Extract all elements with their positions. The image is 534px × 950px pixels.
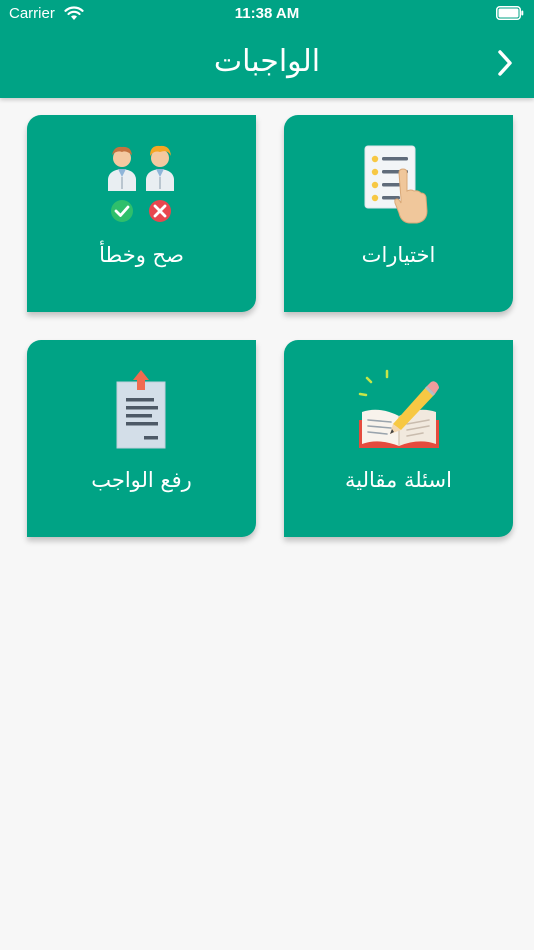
card-label: اسئلة مقالية <box>345 468 452 492</box>
essay-questions-icon <box>284 368 513 452</box>
back-button[interactable] <box>488 46 522 80</box>
page-title: الواجبات <box>213 44 321 79</box>
upload-homework-icon <box>27 368 256 452</box>
true-false-icon <box>27 143 256 227</box>
status-time: 11:38 AM <box>234 5 300 22</box>
app-header: Carrier 11:38 AM الواجبات <box>0 0 534 98</box>
card-label: رفع الواجب <box>91 468 192 492</box>
status-bar: Carrier 11:38 AM <box>0 0 534 28</box>
card-multiple-choice[interactable]: اختيارات <box>284 115 513 312</box>
multiple-choice-icon <box>284 143 513 227</box>
card-label: صح وخطأ <box>99 243 184 267</box>
card-essay-questions[interactable]: اسئلة مقالية <box>284 340 513 537</box>
card-true-false[interactable]: صح وخطأ <box>27 115 256 312</box>
card-label: اختيارات <box>361 243 436 267</box>
battery-icon <box>496 6 524 20</box>
chevron-right-icon <box>498 50 512 76</box>
card-upload-homework[interactable]: رفع الواجب <box>27 340 256 537</box>
